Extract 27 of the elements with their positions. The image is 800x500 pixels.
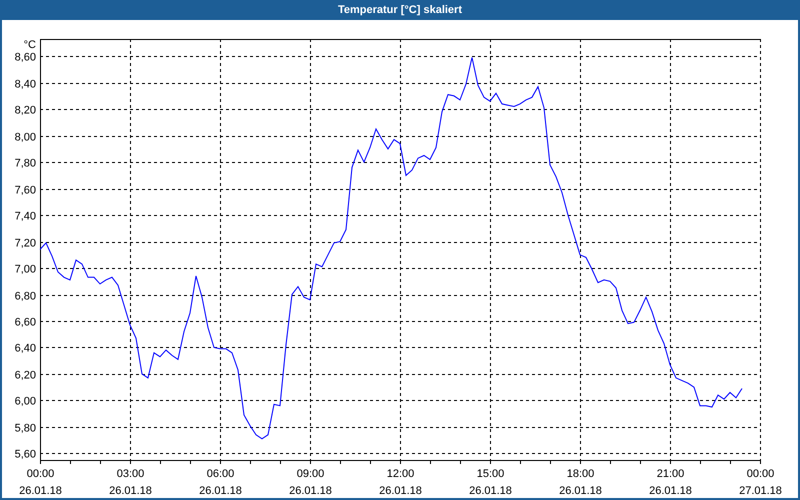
x-tick-label: 18:00 26.01.18 [559,468,602,497]
x-tick-label: 00:00 26.01.18 [19,468,62,497]
x-tick-label: 21:00 26.01.18 [649,468,692,497]
x-tick-label: 00:00 27.01.18 [739,468,782,497]
y-tick-label: 6,40 [14,342,36,354]
x-tick-label: 06:00 26.01.18 [199,468,242,497]
y-tick-label: 6,00 [14,396,36,408]
y-tick-label: 6,80 [14,290,36,302]
y-tick-label: 5,60 [14,448,36,460]
y-axis-unit: °C [24,39,36,51]
y-tick-label: 8,40 [14,78,36,90]
y-tick-label: 7,20 [14,238,36,250]
y-tick-label: 6,20 [14,370,36,382]
x-tick-label: 12:00 26.01.18 [379,468,422,497]
y-tick-label: 8,60 [14,52,36,64]
y-tick-label: 8,20 [14,104,36,116]
x-tick-label: 09:00 26.01.18 [289,468,332,497]
y-tick-label: 7,00 [14,264,36,276]
y-tick-label: 6,60 [14,316,36,328]
x-tick-label: 15:00 26.01.18 [469,468,512,497]
y-tick-label: 8,00 [14,132,36,144]
y-tick-label: 7,60 [14,184,36,196]
y-tick-label: 7,80 [14,158,36,170]
y-tick-label: 7,40 [14,210,36,222]
x-tick-label: 03:00 26.01.18 [109,468,152,497]
window-title: Temperatur [°C] skaliert [338,4,462,16]
y-tick-label: 5,80 [14,422,36,434]
